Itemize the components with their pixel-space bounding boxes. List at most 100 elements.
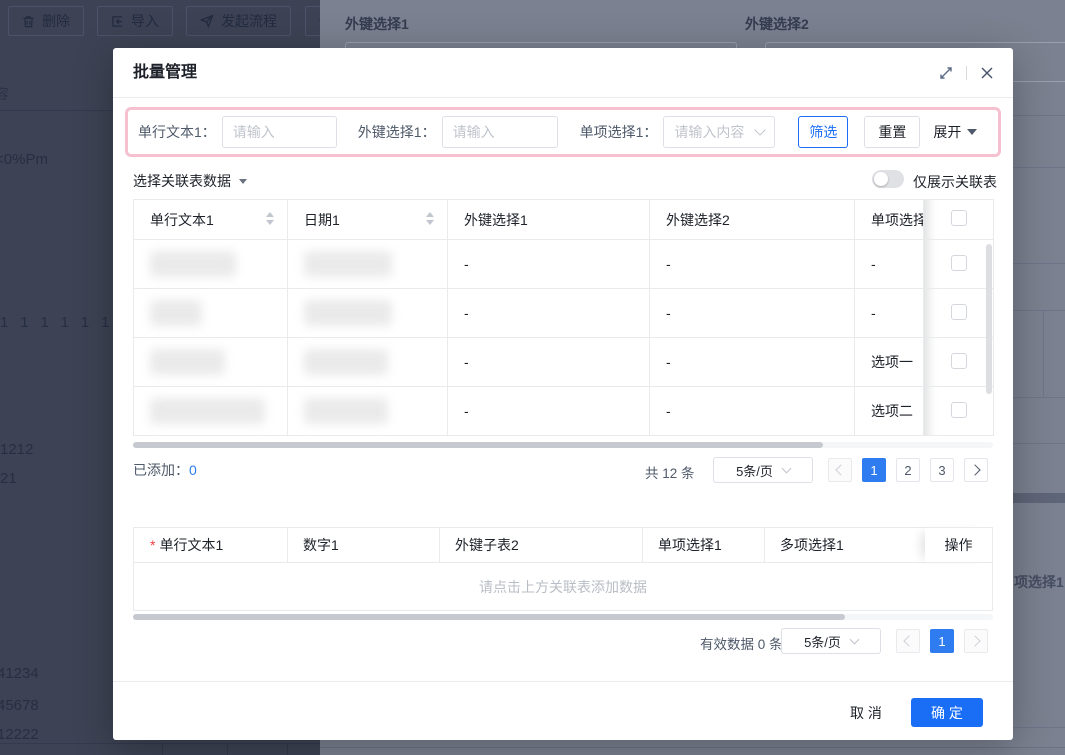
table-row: - - - [134, 240, 994, 289]
horizontal-scrollbar[interactable] [133, 614, 845, 620]
bg-text-1212: 1212 [0, 441, 33, 458]
cancel-button[interactable]: 取 消 [840, 698, 892, 726]
filter-field3-select[interactable]: 请输入内容 [663, 116, 775, 148]
row-checkbox[interactable] [951, 353, 967, 369]
caret-down-icon [967, 129, 977, 135]
page-size-select[interactable]: 5条/页 [781, 628, 881, 654]
confirm-button[interactable]: 确 定 [911, 698, 983, 727]
redacted-cell [150, 251, 236, 277]
column-header-label: 单行文本1 [159, 537, 223, 553]
delete-button-label: 删除 [42, 11, 70, 31]
source-table-header-row: 单行文本1 日期1 外键选择1 外键选择2 单项选择1 [134, 200, 994, 240]
redacted-cell [304, 251, 392, 277]
expand-label: 展开 [933, 122, 961, 142]
sort-icon[interactable] [426, 212, 434, 225]
redacted-cell [150, 349, 225, 375]
bg-field-label-2: 外键选择2 [745, 14, 809, 34]
column-header-fk1: 外键选择1 [448, 200, 650, 240]
toggle-label: 仅展示关联表 [913, 172, 997, 192]
table-row: - - - [134, 289, 994, 338]
column-header-select [924, 200, 994, 240]
relation-table-dropdown[interactable]: 选择关联表数据 [133, 171, 247, 191]
select-all-checkbox[interactable] [951, 210, 967, 226]
next-page-button[interactable] [964, 458, 988, 482]
cell-fk2: - [650, 289, 855, 338]
filter-field1-input[interactable] [222, 116, 337, 148]
bg-text-clipped: 容 [0, 84, 9, 104]
chevron-down-icon [755, 124, 766, 135]
column-header-label: 单项选择1 [871, 212, 924, 228]
page-button-1[interactable]: 1 [930, 629, 954, 653]
cell-fk2: - [650, 338, 855, 387]
column-header-date1[interactable]: 日期1 [288, 200, 448, 240]
trash-icon [22, 15, 35, 28]
redacted-cell [150, 398, 265, 424]
close-icon[interactable] [980, 66, 994, 80]
column-header-label: 外键选择2 [666, 212, 730, 228]
filter-field3-label: 单项选择1： [580, 122, 658, 142]
bg-text-right-clipped: 项选择1 [1014, 572, 1064, 592]
column-header-label: 多项选择1 [780, 528, 844, 562]
only-relation-toggle[interactable] [872, 170, 904, 188]
row-checkbox[interactable] [951, 402, 967, 418]
target-table-header: *单行文本1 数字1 外键子表2 单项选择1 多项选择1 [133, 527, 993, 563]
cell-fk2: - [650, 387, 855, 436]
cell-fk1: - [448, 240, 650, 289]
header-divider-line [113, 97, 1013, 98]
relation-dropdown-label: 选择关联表数据 [133, 171, 231, 191]
sort-icon[interactable] [266, 212, 274, 225]
bg-field-label-1: 外键选择1 [345, 14, 409, 34]
modal-footer: 取 消 确 定 [113, 681, 1013, 740]
chevron-down-icon [849, 634, 859, 644]
column-header-label: 单行文本1 [150, 212, 214, 228]
column-header-label: 外键子表2 [455, 528, 519, 562]
import-button: 导入 [97, 6, 173, 36]
cell-single: 选项一 [855, 338, 924, 387]
column-header-label: 日期1 [304, 212, 340, 228]
page-size-value: 5条/页 [804, 632, 841, 651]
bg-text-12222: 12222 [0, 726, 39, 743]
horizontal-scrollbar[interactable] [133, 442, 823, 448]
vertical-scrollbar[interactable] [986, 244, 992, 394]
prev-page-button[interactable] [896, 629, 920, 653]
filter-field2-input[interactable] [442, 116, 558, 148]
added-count-value: 0 [189, 462, 197, 478]
table-row: - - 选项一 [134, 338, 994, 387]
column-header-label: 数字1 [303, 528, 339, 562]
bg-text-21: 21 [0, 470, 17, 487]
valid-data-count-label: 有效数据 0 条 [700, 633, 783, 653]
start-flow-button-label: 发起流程 [221, 11, 277, 31]
redacted-cell [304, 300, 392, 326]
page-button-1[interactable]: 1 [862, 458, 886, 482]
page-size-value: 5条/页 [736, 461, 773, 480]
redacted-cell [304, 349, 388, 375]
total-count-label: 共 12 条 [645, 462, 695, 482]
filter-button[interactable]: 筛选 [798, 116, 848, 148]
column-header-text1[interactable]: 单行文本1 [134, 200, 288, 240]
expand-toggle[interactable]: 展开 [933, 122, 977, 142]
toggle-knob [874, 172, 888, 186]
redacted-cell [304, 398, 388, 424]
reset-button[interactable]: 重置 [864, 116, 920, 148]
cell-fk1: - [448, 387, 650, 436]
row-checkbox[interactable] [951, 255, 967, 271]
header-divider [966, 66, 967, 80]
page-button-2[interactable]: 2 [896, 458, 920, 482]
cell-single: 选项二 [855, 387, 924, 436]
next-page-button[interactable] [964, 629, 988, 653]
row-checkbox[interactable] [951, 304, 967, 320]
delete-button: 删除 [8, 6, 84, 36]
page-size-select[interactable]: 5条/页 [713, 457, 813, 483]
column-header-single: 单项选择1 [855, 200, 924, 240]
added-count: 已添加：0 [133, 460, 197, 480]
modal-title: 批量管理 [133, 48, 197, 97]
page-button-3[interactable]: 3 [930, 458, 954, 482]
fullscreen-expand-icon[interactable] [939, 66, 953, 80]
filter-field3-placeholder: 请输入内容 [674, 122, 744, 142]
source-table: 单行文本1 日期1 外键选择1 外键选择2 单项选择1 - - - [133, 199, 993, 436]
empty-state-text: 请点击上方关联表添加数据 [133, 563, 993, 611]
prev-page-button[interactable] [828, 458, 852, 482]
bg-text-41234: 41234 [0, 665, 39, 682]
chevron-down-icon [781, 463, 791, 473]
import-button-label: 导入 [131, 11, 159, 31]
